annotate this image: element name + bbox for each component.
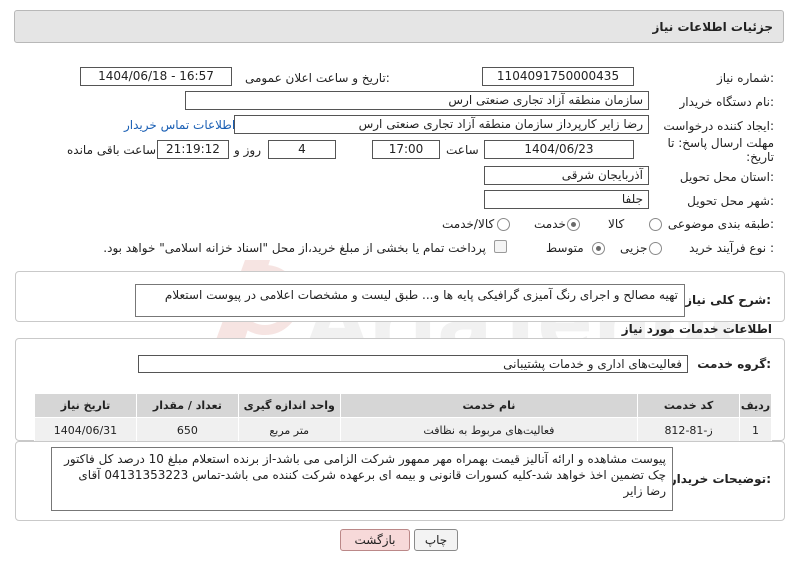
table-row: 1 ز-81-812 فعالیت‌های مربوط به نظافت متر… bbox=[34, 417, 772, 444]
services-table: ردیف کد خدمت نام خدمت واحد اندازه گیری ت… bbox=[34, 393, 772, 444]
category-goods-service-label: کالا/خدمت bbox=[442, 217, 495, 231]
creator-field: رضا زایر کارپرداز سازمان منطقه آزاد تجار… bbox=[234, 115, 649, 134]
remaining-days-field: 4 bbox=[268, 140, 336, 159]
col-unit: واحد اندازه گیری bbox=[237, 393, 341, 418]
cell-quantity: 650 bbox=[135, 417, 239, 444]
cell-need-date: 1404/06/31 bbox=[34, 417, 137, 444]
buyer-notes-label: توضیحات خریدار: bbox=[669, 472, 771, 486]
category-goods-service-radio[interactable] bbox=[497, 218, 510, 231]
purchase-type-label: نوع فرآیند خرید : bbox=[689, 241, 774, 255]
treasury-payment-note: پرداخت تمام یا بخشی از مبلغ خرید،از محل … bbox=[103, 241, 486, 255]
province-field: آذربایجان شرقی bbox=[484, 166, 649, 185]
city-field: جلفا bbox=[484, 190, 649, 209]
service-group-field: فعالیت‌های اداری و خدمات پشتیبانی bbox=[138, 355, 688, 373]
print-button[interactable]: چاپ bbox=[414, 529, 458, 551]
deadline-label: مهلت ارسال پاسخ: تا تاریخ: bbox=[667, 136, 774, 164]
cell-row-number: 1 bbox=[739, 417, 772, 444]
remaining-days-label: روز و bbox=[234, 143, 261, 157]
announce-datetime-field: 1404/06/18 - 16:57 bbox=[80, 67, 232, 86]
category-goods-radio[interactable] bbox=[649, 218, 662, 231]
col-service-code: کد خدمت bbox=[637, 393, 741, 418]
category-service-label: خدمت bbox=[534, 217, 566, 231]
col-row-number: ردیف bbox=[739, 393, 772, 418]
cell-service-code: ز-81-812 bbox=[637, 417, 741, 444]
services-section-title: اطلاعات خدمات مورد نیاز bbox=[621, 322, 772, 336]
category-label: طبقه بندی موضوعی: bbox=[667, 217, 774, 231]
creator-label: ایجاد کننده درخواست: bbox=[663, 119, 774, 133]
summary-label: شرح کلی نیاز: bbox=[685, 293, 771, 307]
col-service-name: نام خدمت bbox=[339, 393, 639, 418]
purchase-medium-radio[interactable] bbox=[592, 242, 605, 255]
cell-service-name: فعالیت‌های مربوط به نظافت bbox=[339, 417, 639, 444]
service-group-label: گروه خدمت: bbox=[697, 357, 771, 371]
col-need-date: تاریخ نیاز bbox=[34, 393, 137, 418]
deadline-time-label: ساعت bbox=[446, 143, 479, 157]
col-quantity: تعداد / مقدار bbox=[135, 393, 239, 418]
purchase-minor-label: جزیی bbox=[620, 241, 648, 255]
deadline-time-field: 17:00 bbox=[372, 140, 440, 159]
page-title: جزئیات اطلاعات نیاز bbox=[652, 20, 773, 34]
category-service-radio[interactable] bbox=[567, 218, 580, 231]
purchase-medium-label: متوسط bbox=[546, 241, 584, 255]
province-label: استان محل تحویل: bbox=[679, 170, 774, 184]
purchase-minor-radio[interactable] bbox=[649, 242, 662, 255]
summary-textarea[interactable]: تهیه مصالح و اجرای رنگ آمیزی گرافیکی پای… bbox=[135, 284, 685, 317]
back-button[interactable]: بازگشت bbox=[340, 529, 410, 551]
deadline-date-field: 1404/06/23 bbox=[484, 140, 634, 159]
treasury-payment-checkbox[interactable] bbox=[494, 240, 507, 253]
buyer-org-label: نام دستگاه خریدار: bbox=[679, 95, 775, 109]
cell-unit: متر مربع bbox=[237, 417, 341, 444]
remaining-time-field: 21:19:12 bbox=[157, 140, 229, 159]
page-header: جزئیات اطلاعات نیاز bbox=[14, 10, 784, 43]
city-label: شهر محل تحویل: bbox=[687, 194, 774, 208]
buyer-org-field: سازمان منطقه آزاد تجاری صنعتی ارس bbox=[185, 91, 649, 110]
services-table-header: ردیف کد خدمت نام خدمت واحد اندازه گیری ت… bbox=[34, 393, 772, 418]
category-goods-label: کالا bbox=[608, 217, 625, 231]
buyer-contact-link[interactable]: اطلاعات تماس خریدار bbox=[124, 118, 235, 132]
buyer-notes-textarea[interactable]: پیوست مشاهده و ارائه آنالیز قیمت بهمراه … bbox=[51, 447, 673, 511]
announce-datetime-label: تاریخ و ساعت اعلان عمومی: bbox=[245, 71, 390, 85]
need-number-field: 1104091750000435 bbox=[482, 67, 634, 86]
need-number-label: شماره نیاز: bbox=[716, 71, 774, 85]
remaining-time-label: ساعت باقی مانده bbox=[67, 143, 157, 157]
